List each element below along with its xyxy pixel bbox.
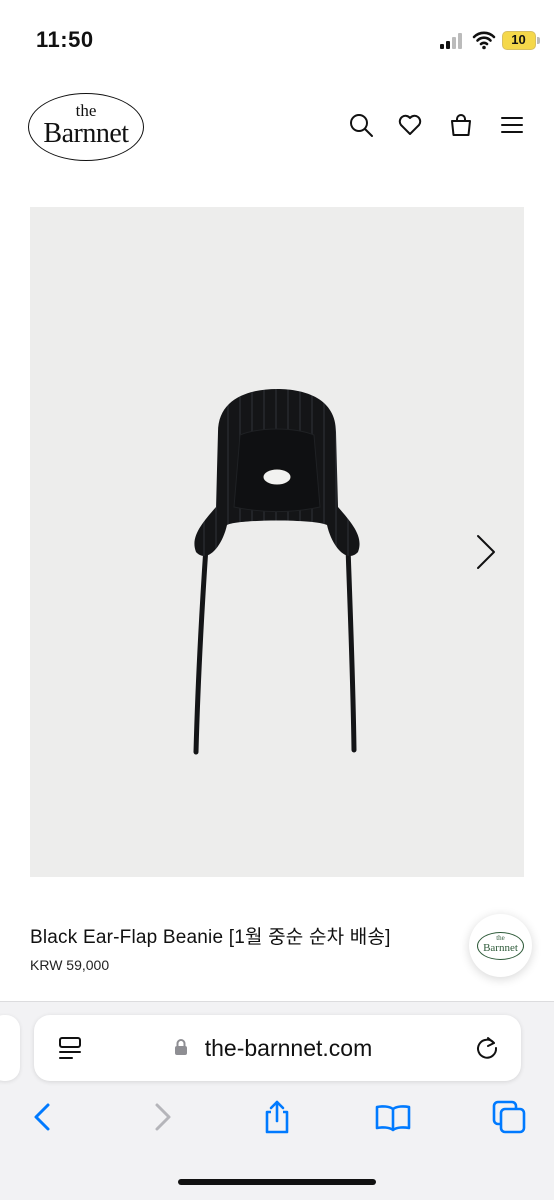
beanie-illustration: [193, 389, 360, 755]
chat-logo: the Barnnet: [477, 932, 524, 960]
tabs-icon[interactable]: [491, 1099, 527, 1135]
share-icon[interactable]: [259, 1099, 295, 1135]
search-icon[interactable]: [348, 112, 374, 138]
cellular-signal-icon: [440, 33, 466, 49]
chat-logo-name: Barnnet: [483, 942, 518, 954]
previous-tab-edge[interactable]: [0, 1015, 20, 1081]
url-text[interactable]: the-barnnet.com: [34, 1035, 521, 1061]
product-image[interactable]: [30, 207, 524, 877]
menu-icon[interactable]: [499, 112, 525, 138]
logo-name: Barnnet: [43, 118, 129, 149]
battery-level: 10: [511, 32, 526, 47]
address-bar[interactable]: the-barnnet.com: [34, 1015, 521, 1081]
browser-chrome: the-barnnet.com: [0, 1001, 554, 1200]
status-time: 11:50: [36, 27, 94, 52]
chat-logo-the: the: [496, 934, 505, 942]
wifi-icon: [472, 31, 496, 50]
brand-logo[interactable]: the Barnnet: [28, 93, 144, 161]
reload-icon[interactable]: [474, 1035, 500, 1061]
forward-icon[interactable]: [144, 1099, 180, 1135]
product-title: Black Ear-Flap Beanie [1월 중순 순차 배송]: [30, 927, 391, 948]
product-price: KRW 59,000: [30, 957, 110, 973]
next-image-arrow[interactable]: [470, 532, 500, 572]
site-header: the Barnnet: [0, 80, 554, 190]
logo-the: the: [75, 101, 97, 120]
chat-widget-button[interactable]: the Barnnet: [469, 914, 532, 977]
heart-icon[interactable]: [397, 112, 423, 138]
battery-icon: 10: [502, 31, 536, 50]
status-bar: 11:50 10: [0, 0, 554, 80]
bookmarks-icon[interactable]: [375, 1099, 411, 1135]
bag-icon[interactable]: [448, 112, 474, 138]
back-icon[interactable]: [25, 1099, 61, 1135]
battery-cap: [537, 37, 540, 44]
home-indicator: [178, 1179, 376, 1185]
